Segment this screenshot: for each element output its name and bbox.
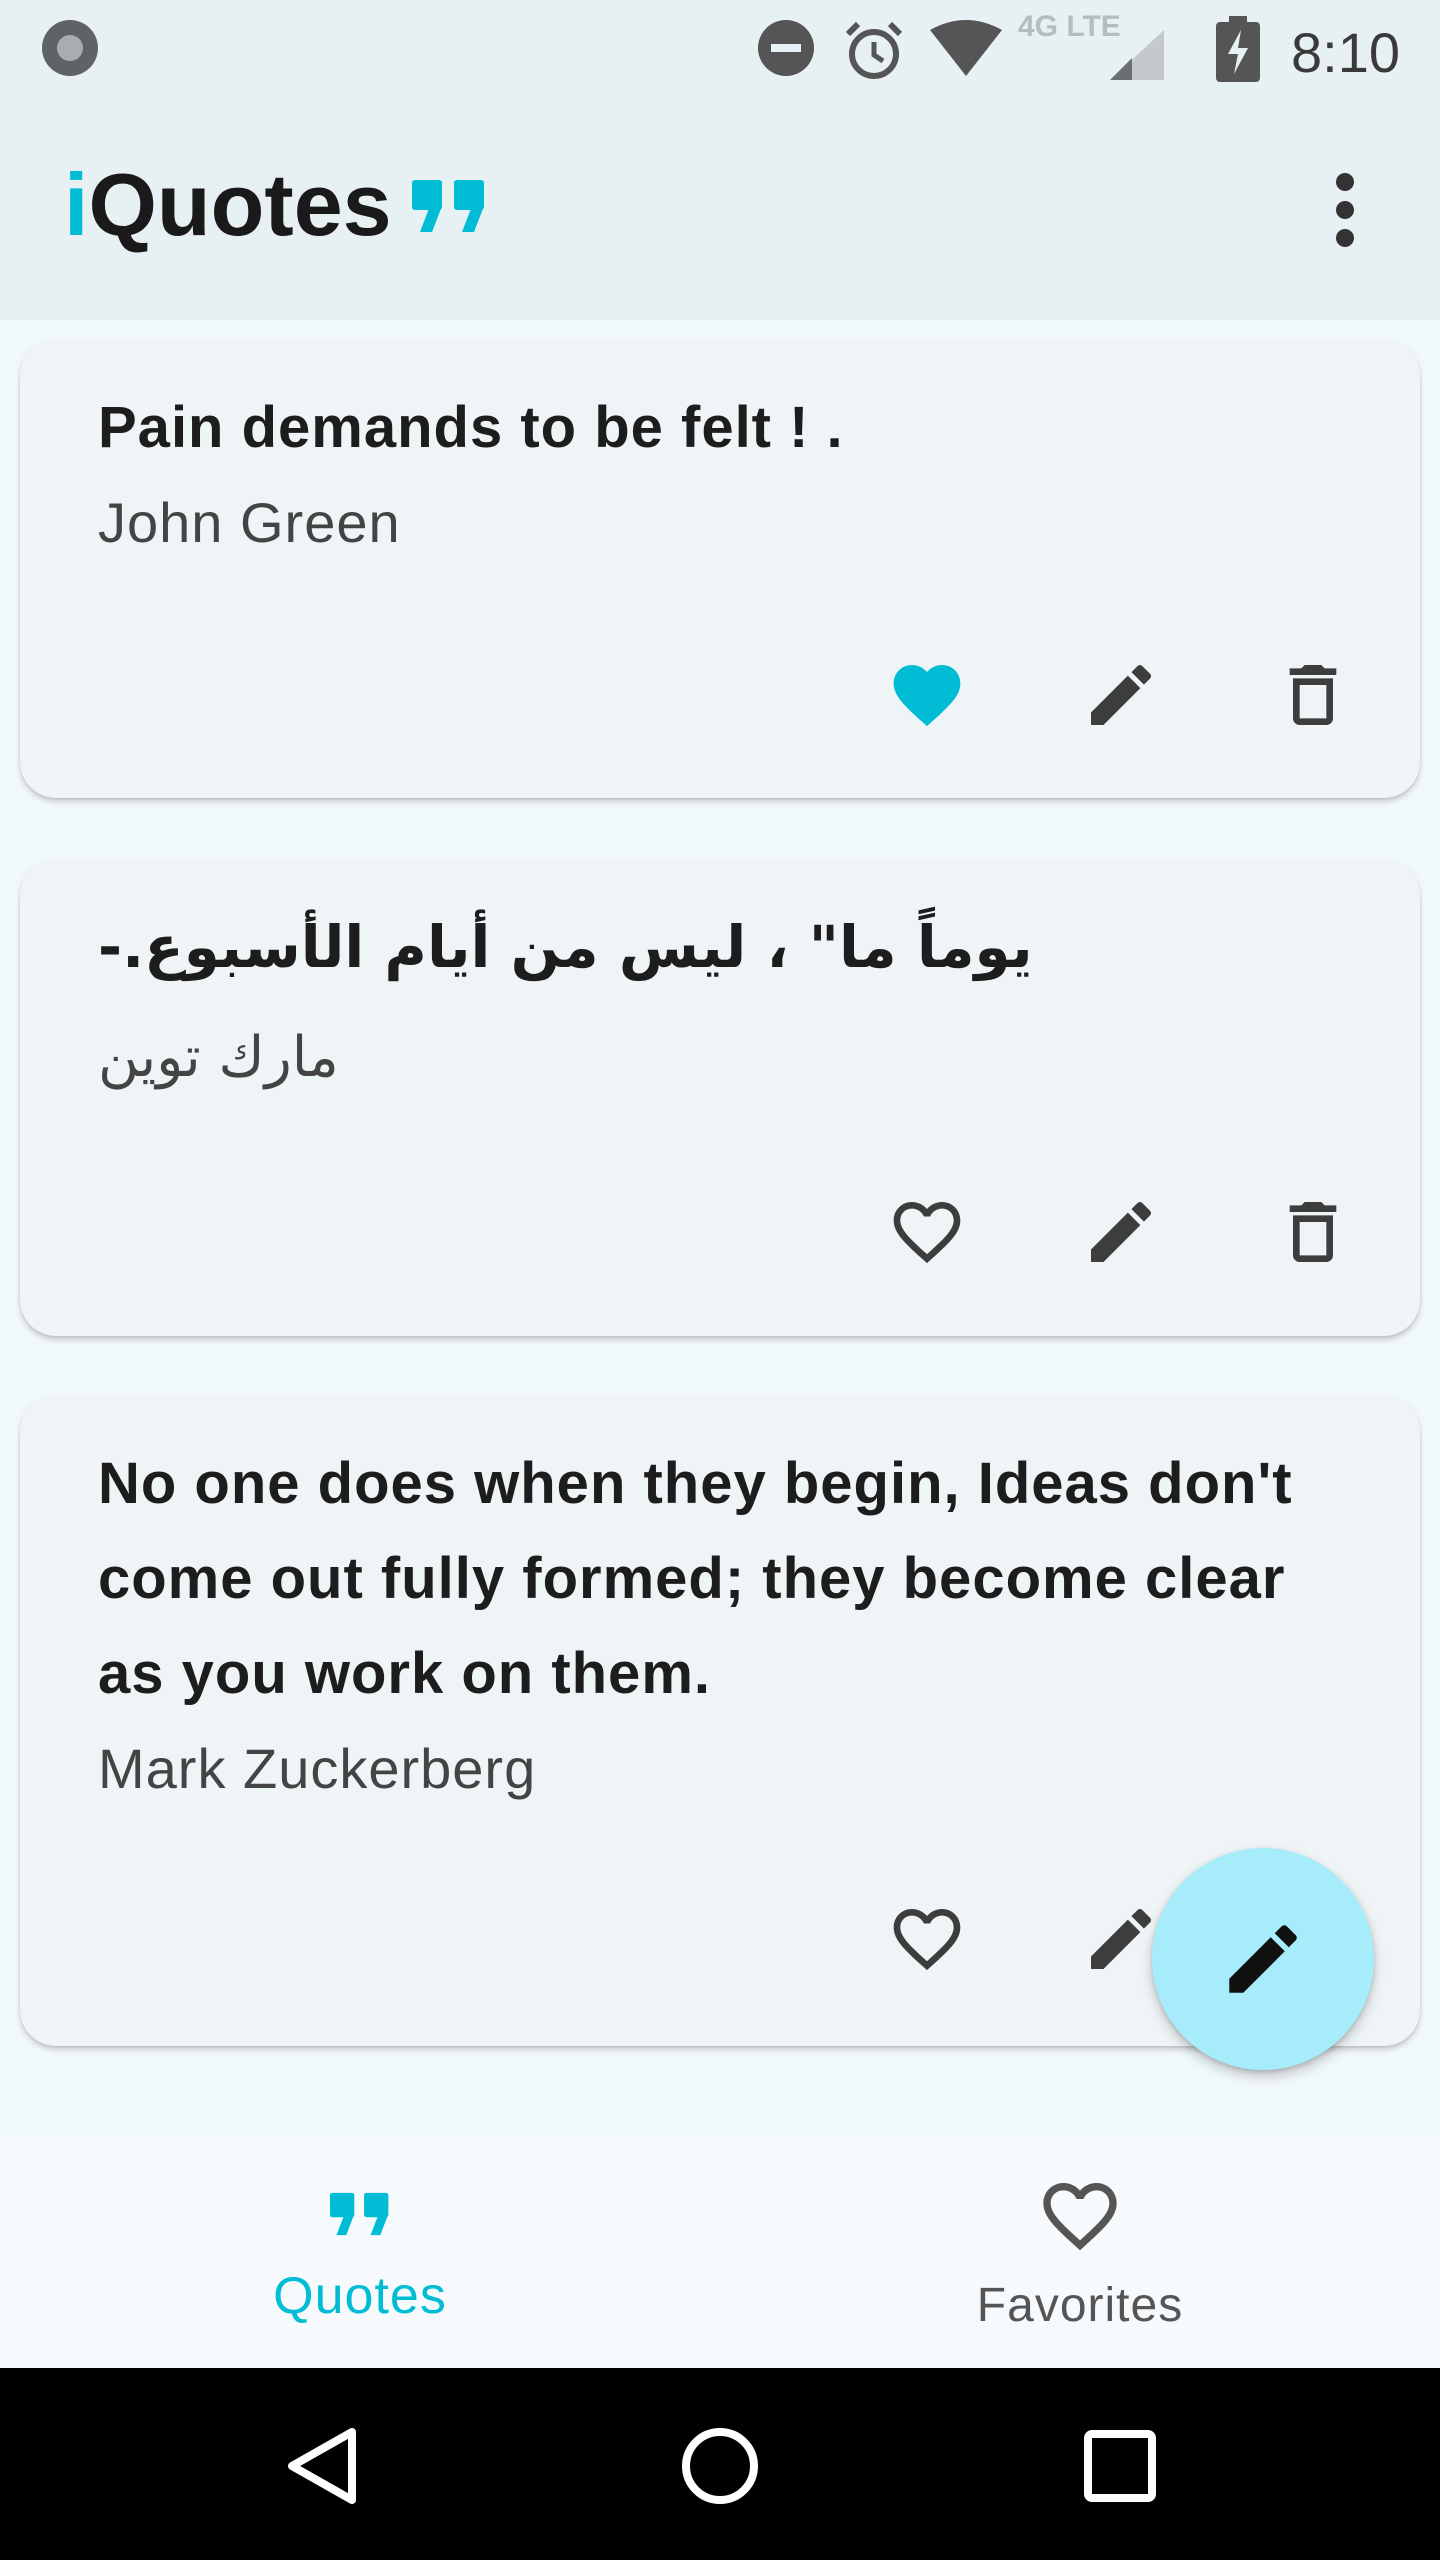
bottom-navigation: Quotes Favorites [0, 2136, 1440, 2368]
pencil-icon [1091, 1908, 1152, 1969]
heart-filled-icon [893, 665, 961, 727]
heart-outline-icon [893, 1202, 961, 1264]
edit-button[interactable] [1066, 1177, 1176, 1287]
pencil-icon [1091, 664, 1152, 725]
favorite-button[interactable] [872, 640, 982, 750]
nav-tab-favorites[interactable]: Favorites [720, 2136, 1440, 2368]
pencil-icon [1091, 1201, 1152, 1262]
recents-icon[interactable] [1084, 2430, 1156, 2502]
nav-label: Favorites [976, 2279, 1184, 2332]
more-options-button[interactable] [1310, 160, 1380, 260]
delete-button[interactable] [1258, 640, 1368, 750]
status-bar: 4G LTE 8:10 [0, 0, 1440, 98]
quote-author: مارك توين [98, 1025, 339, 1090]
app-title: i Quotes [64, 150, 486, 260]
add-quote-fab[interactable] [1152, 1848, 1374, 2070]
app-title-text: Quotes [88, 155, 392, 254]
favorite-button[interactable] [872, 1177, 982, 1287]
quote-marks-icon [330, 2192, 389, 2236]
signal-icon [1110, 30, 1164, 85]
trash-icon [1289, 1202, 1337, 1262]
delete-button[interactable] [1258, 1177, 1368, 1287]
nav-tab-quotes[interactable]: Quotes [0, 2136, 720, 2368]
more-vert-icon [1336, 173, 1354, 247]
heart-outline-icon [1043, 2183, 1117, 2251]
quote-author: Mark Zuckerberg [98, 1737, 537, 1800]
network-type-label: 4G LTE [1018, 10, 1121, 43]
status-time: 8:10 [1291, 21, 1400, 84]
favorite-button[interactable] [872, 1884, 982, 1994]
quote-card[interactable]: يوماً ما" ، ليس من أيام الأسبوع.- مارك ت… [20, 860, 1420, 1336]
quote-text: No one does when they begin, Ideas don't… [98, 1451, 1293, 1706]
system-navigation-bar [0, 2368, 1440, 2560]
edit-button[interactable] [1066, 640, 1176, 750]
quote-card[interactable]: Pain demands to be felt ! . John Green [20, 340, 1420, 798]
notification-dot-icon [42, 20, 98, 76]
quote-marks-icon [411, 179, 486, 237]
alarm-icon [842, 18, 906, 87]
app-title-accent: i [64, 155, 89, 254]
heart-outline-icon [893, 1909, 961, 1971]
quote-author: John Green [98, 491, 401, 554]
battery-charging-icon [1216, 16, 1260, 87]
do-not-disturb-icon [756, 18, 816, 83]
home-icon[interactable] [680, 2426, 760, 2506]
back-icon[interactable] [284, 2426, 360, 2506]
wifi-icon [928, 18, 1004, 87]
trash-icon [1289, 665, 1337, 725]
quote-text: يوماً ما" ، ليس من أيام الأسبوع.- [98, 913, 1033, 981]
nav-label: Quotes [273, 2267, 447, 2325]
quote-text: Pain demands to be felt ! . [98, 395, 844, 460]
pencil-icon [1229, 1925, 1297, 1993]
